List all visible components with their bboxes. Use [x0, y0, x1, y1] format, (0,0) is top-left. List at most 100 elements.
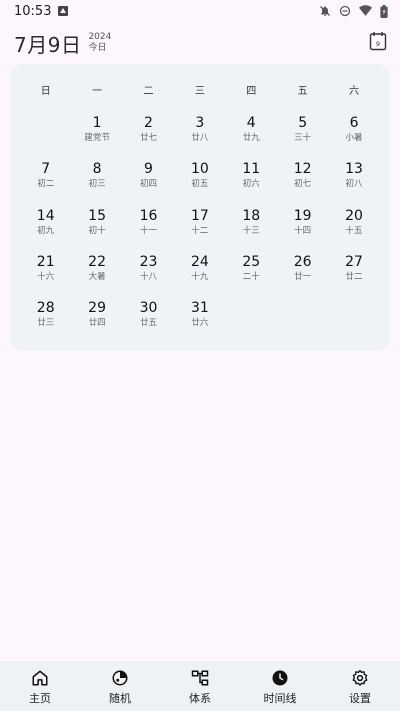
today-label: 今日	[88, 43, 107, 53]
lunar-date: 廿九	[242, 133, 260, 143]
lunar-date: 三十	[294, 133, 312, 143]
nav-label: 设置	[349, 692, 371, 705]
current-date: 7月9日	[14, 32, 82, 57]
day-cell-28[interactable]: 28 廿三	[20, 299, 71, 345]
day-cell-10[interactable]: 10 初五	[174, 160, 225, 206]
day-number: 4	[246, 115, 256, 131]
lunar-date: 廿七	[139, 133, 157, 143]
day-cell-16[interactable]: 16 十一	[123, 207, 174, 253]
weekday-label: 六	[349, 86, 360, 97]
day-cell-1[interactable]: 1 建党节	[71, 114, 122, 160]
status-bar: 10:53	[0, 0, 400, 22]
day-number: 28	[36, 300, 55, 317]
bottom-navigation: 主页 随机 体系 时间线 设置	[0, 661, 400, 711]
day-cell-31[interactable]: 31 廿六	[174, 299, 225, 345]
day-number: 26	[293, 253, 312, 270]
lunar-date: 廿六	[191, 318, 209, 329]
lunar-date: 廿二	[345, 271, 363, 282]
lunar-date: 初六	[242, 179, 260, 190]
day-cell-24[interactable]: 24 十九	[174, 253, 225, 299]
day-number: 12	[293, 161, 312, 178]
day-number: 1	[92, 115, 102, 131]
day-cell-26[interactable]: 26 廿一	[277, 253, 328, 299]
empty-day-cell	[20, 114, 71, 160]
day-number: 14	[36, 207, 55, 224]
nav-item-2[interactable]: 体系	[160, 661, 240, 711]
day-cell-2[interactable]: 2 廿七	[123, 114, 174, 160]
day-cell-18[interactable]: 18 十三	[226, 207, 277, 253]
day-cell-30[interactable]: 30 廿五	[123, 299, 174, 345]
calendar-today-button[interactable]: 9	[369, 31, 387, 51]
day-cell-3[interactable]: 3 廿八	[174, 114, 225, 160]
lunar-date: 初四	[139, 179, 157, 190]
day-number: 19	[293, 207, 312, 224]
day-cell-17[interactable]: 17 十二	[174, 207, 225, 253]
lunar-date: 建党节	[84, 133, 110, 143]
nav-item-1[interactable]: 随机	[80, 661, 160, 711]
day-cell-13[interactable]: 13 初八	[328, 160, 379, 206]
lunar-date: 十八	[139, 271, 157, 282]
calendar-icon: 9	[369, 32, 387, 51]
lunar-date: 初十	[88, 225, 106, 236]
battery-icon	[380, 4, 388, 18]
day-number: 13	[345, 161, 363, 178]
weekday-label: 四	[246, 86, 257, 97]
lunar-date: 大暑	[88, 271, 106, 282]
day-cell-19[interactable]: 19 十四	[277, 207, 328, 253]
day-number: 8	[92, 161, 102, 178]
day-number: 23	[139, 253, 158, 270]
lunar-date: 十六	[37, 271, 55, 282]
day-number: 22	[88, 253, 106, 270]
day-cell-6[interactable]: 6 小暑	[328, 114, 379, 160]
day-cell-12[interactable]: 12 初七	[277, 160, 328, 206]
day-cell-21[interactable]: 21 十六	[20, 253, 71, 299]
weekday-label: 三	[194, 86, 205, 97]
weekday-label: 一	[92, 86, 103, 97]
day-number: 29	[88, 300, 106, 317]
day-cell-4[interactable]: 4 廿九	[226, 114, 277, 160]
day-cell-5[interactable]: 5 三十	[277, 114, 328, 160]
day-cell-11[interactable]: 11 初六	[226, 160, 277, 206]
nav-item-0[interactable]: 主页	[0, 661, 80, 711]
app-notification-icon	[58, 6, 69, 16]
day-cell-22[interactable]: 22 大暑	[71, 253, 122, 299]
lunar-date: 十二	[191, 225, 209, 236]
day-number: 24	[190, 253, 209, 270]
day-cell-8[interactable]: 8 初三	[71, 160, 122, 206]
day-number: 27	[345, 253, 363, 270]
day-number: 7	[41, 161, 51, 178]
day-cell-15[interactable]: 15 初十	[71, 207, 122, 253]
day-cell-20[interactable]: 20 十五	[328, 207, 379, 253]
lunar-date: 十一	[139, 225, 157, 236]
day-number: 30	[139, 300, 158, 317]
nav-label: 主页	[29, 692, 51, 705]
lunar-date: 十三	[242, 225, 260, 236]
lunar-date: 初九	[37, 225, 55, 236]
random-icon	[112, 670, 128, 686]
do-not-disturb-icon	[339, 5, 351, 17]
day-cell-9[interactable]: 9 初四	[123, 160, 174, 206]
day-number: 31	[190, 300, 209, 317]
day-cell-14[interactable]: 14 初九	[20, 207, 71, 253]
day-number: 10	[190, 161, 209, 178]
day-number: 5	[298, 115, 308, 131]
nav-item-4[interactable]: 设置	[320, 661, 400, 711]
wifi-icon	[359, 5, 372, 16]
day-number: 11	[242, 161, 261, 178]
nav-label: 随机	[109, 692, 131, 705]
day-cell-25[interactable]: 25 二十	[226, 253, 277, 299]
calendar-icon-day: 9	[376, 40, 380, 48]
clock-icon	[272, 670, 288, 686]
day-cell-23[interactable]: 23 十八	[123, 253, 174, 299]
day-cell-29[interactable]: 29 廿四	[71, 299, 122, 345]
day-cell-7[interactable]: 7 初二	[20, 160, 71, 206]
month-calendar: 日一二三四五六 1 建党节 2 廿七 3 廿八 4 廿九 5 三十 6 小暑 7 初二 8 初三 9 初四 10 初五…	[10, 64, 390, 351]
date-header: 7月9日 2024 今日	[14, 28, 111, 58]
current-year: 2024	[88, 32, 112, 42]
day-number: 3	[195, 115, 205, 131]
lunar-date: 初七	[294, 179, 312, 190]
day-grid: 1 建党节 2 廿七 3 廿八 4 廿九 5 三十 6 小暑 7 初二 8 初三 9 初四 10 初五 11 初六 12 初七…	[20, 114, 380, 345]
day-cell-27[interactable]: 27 廿二	[328, 253, 379, 299]
nav-item-3[interactable]: 时间线	[240, 661, 320, 711]
lunar-date: 廿四	[88, 318, 106, 329]
